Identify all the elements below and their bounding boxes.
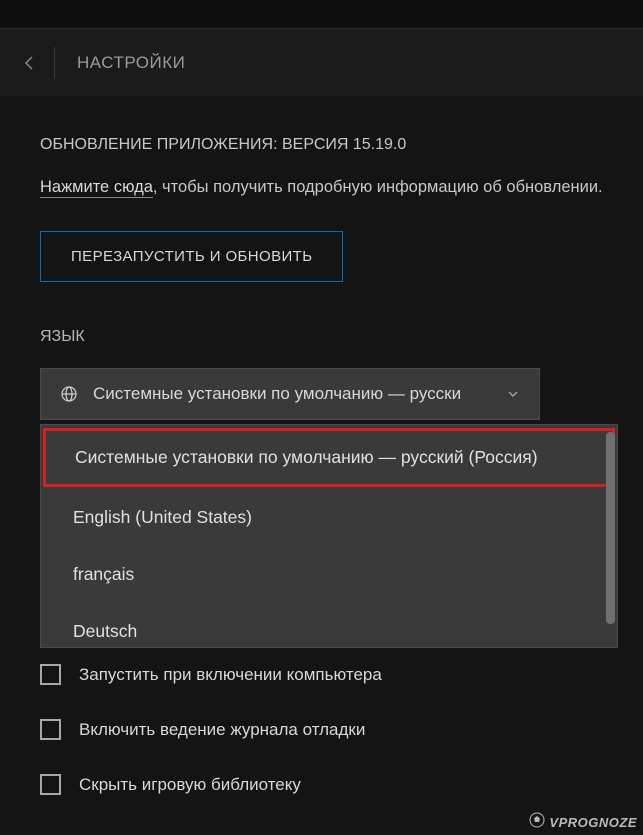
chevron-down-icon [507,390,519,398]
language-option-english[interactable]: English (United States) [41,489,617,546]
chevron-left-icon [24,55,34,71]
checkbox-label: Включить ведение журнала отладки [79,720,365,740]
language-section-label: ЯЗЫК [40,328,603,346]
watermark: VPROGNOZE [529,812,637,833]
window-topbar [0,0,643,28]
restart-update-button[interactable]: ПЕРЕЗАПУСТИТЬ И ОБНОВИТЬ [40,231,343,282]
checkbox-startup[interactable]: Запустить при включении компьютера [40,664,603,685]
checkbox-box [40,664,61,685]
content-area: ОБНОВЛЕНИЕ ПРИЛОЖЕНИЯ: ВЕРСИЯ 15.19.0 На… [0,96,643,835]
update-info-link[interactable]: Нажмите сюда [40,178,153,198]
checkbox-list: Запустить при включении компьютера Включ… [40,664,603,795]
checkbox-debug-log[interactable]: Включить ведение журнала отладки [40,719,603,740]
update-info-text: Нажмите сюда, чтобы получить подробную и… [40,176,603,199]
page-title: НАСТРОЙКИ [77,53,185,73]
app-version-text: ОБНОВЛЕНИЕ ПРИЛОЖЕНИЯ: ВЕРСИЯ 15.19.0 [40,136,603,154]
language-option-francais[interactable]: français [41,546,617,603]
language-select-bar[interactable]: Системные установки по умолчанию — русск… [40,368,540,420]
checkbox-label: Скрыть игровую библиотеку [79,775,301,795]
language-selected-text: Системные установки по умолчанию — русск… [93,384,499,404]
page-header: НАСТРОЙКИ [0,28,643,96]
checkbox-box [40,719,61,740]
update-info-rest: , чтобы получить подробную информацию об… [153,178,603,196]
soccer-ball-icon [529,812,545,833]
checkbox-hide-library[interactable]: Скрыть игровую библиотеку [40,774,603,795]
language-option-system-default[interactable]: Системные установки по умолчанию — русск… [43,428,615,487]
language-option-deutsch[interactable]: Deutsch [41,603,617,646]
checkbox-box [40,774,61,795]
header-divider [54,47,55,79]
back-button[interactable] [20,54,38,72]
language-dropdown: Системные установки по умолчанию — русск… [40,424,618,648]
watermark-text: VPROGNOZE [549,815,637,830]
language-select: Системные установки по умолчанию — русск… [40,368,540,420]
checkbox-label: Запустить при включении компьютера [79,665,382,685]
dropdown-scrollbar[interactable] [606,432,615,624]
globe-icon [61,386,77,402]
